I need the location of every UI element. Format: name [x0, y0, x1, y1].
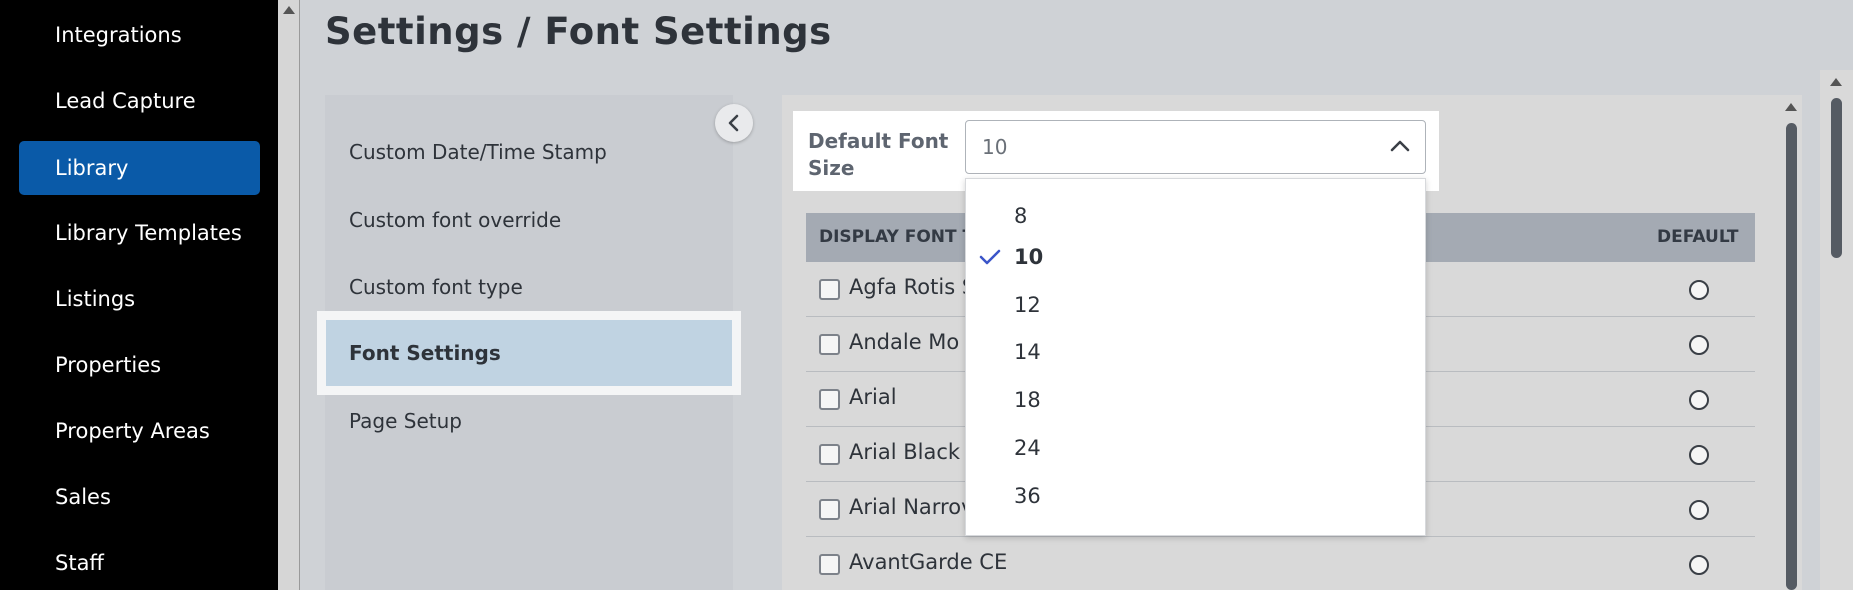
nav-item-lead-capture[interactable]: Lead Capture: [55, 81, 196, 121]
default-font-size-label: Default Font Size: [808, 129, 949, 180]
submenu-item-custom-date-time-stamp[interactable]: Custom Date/Time Stamp: [349, 140, 607, 164]
scroll-thumb[interactable]: [1831, 98, 1842, 258]
scroll-up-arrow-icon[interactable]: [1830, 78, 1842, 86]
font-name: AvantGarde CE: [849, 550, 1008, 574]
font-size-dropdown: 8 10 12 14 18 24 36: [965, 178, 1426, 536]
nav-item-sales[interactable]: Sales: [55, 477, 111, 517]
check-icon: [979, 249, 1001, 265]
option-36[interactable]: 36: [1014, 484, 1041, 508]
header-default: DEFAULT: [1657, 227, 1739, 247]
submenu-item-font-settings[interactable]: Font Settings: [317, 311, 741, 395]
nav-scrollbar[interactable]: [278, 0, 300, 590]
panel-scrollbar[interactable]: [1781, 95, 1802, 590]
table-row: AvantGarde CE: [806, 537, 1755, 590]
font-name: Andale Mo: [849, 330, 960, 354]
font-checkbox[interactable]: [819, 334, 840, 355]
default-radio[interactable]: [1689, 390, 1709, 410]
select-value: 10: [982, 135, 1008, 159]
settings-submenu: Custom Date/Time Stamp Custom font overr…: [317, 95, 741, 590]
submenu-item-page-setup[interactable]: Page Setup: [349, 409, 462, 433]
page-scrollbar[interactable]: [1820, 70, 1853, 590]
chevron-left-icon: [728, 114, 739, 132]
font-name: Arial Black: [849, 440, 961, 464]
nav-item-listings[interactable]: Listings: [55, 279, 135, 319]
scroll-up-arrow-icon[interactable]: [283, 6, 295, 14]
font-checkbox[interactable]: [819, 499, 840, 520]
default-radio[interactable]: [1689, 500, 1709, 520]
font-checkbox[interactable]: [819, 554, 840, 575]
font-name: Arial Narrov: [849, 495, 974, 519]
header-display-font: DISPLAY FONT T: [819, 227, 975, 247]
option-18[interactable]: 18: [1014, 388, 1041, 412]
option-24[interactable]: 24: [1014, 436, 1041, 460]
nav-item-staff[interactable]: Staff: [55, 543, 104, 583]
font-checkbox[interactable]: [819, 389, 840, 410]
scroll-up-arrow-icon[interactable]: [1785, 103, 1797, 111]
option-14[interactable]: 14: [1014, 340, 1041, 364]
default-radio[interactable]: [1689, 335, 1709, 355]
submenu-item-custom-font-type[interactable]: Custom font type: [349, 275, 523, 299]
submenu-item-custom-font-override[interactable]: Custom font override: [349, 208, 561, 232]
option-10[interactable]: 10: [1014, 245, 1043, 269]
option-12[interactable]: 12: [1014, 293, 1041, 317]
font-checkbox[interactable]: [819, 444, 840, 465]
default-radio[interactable]: [1689, 555, 1709, 575]
option-8[interactable]: 8: [1014, 204, 1027, 228]
nav-item-integrations[interactable]: Integrations: [55, 15, 182, 55]
font-name: Agfa Rotis S: [849, 275, 976, 299]
chevron-up-icon: [1390, 140, 1410, 152]
default-font-size-select[interactable]: 10: [965, 120, 1426, 174]
left-nav: Integrations Lead Capture Library Librar…: [0, 0, 278, 590]
page-title: Settings / Font Settings: [325, 10, 832, 53]
nav-item-property-areas[interactable]: Property Areas: [55, 411, 210, 451]
nav-item-library[interactable]: Library: [19, 141, 260, 195]
default-radio[interactable]: [1689, 280, 1709, 300]
scroll-thumb[interactable]: [1786, 123, 1797, 590]
font-checkbox[interactable]: [819, 279, 840, 300]
nav-item-library-templates[interactable]: Library Templates: [55, 213, 242, 253]
nav-item-properties[interactable]: Properties: [55, 345, 161, 385]
default-radio[interactable]: [1689, 445, 1709, 465]
collapse-submenu-button[interactable]: [715, 104, 753, 142]
font-name: Arial: [849, 385, 897, 409]
